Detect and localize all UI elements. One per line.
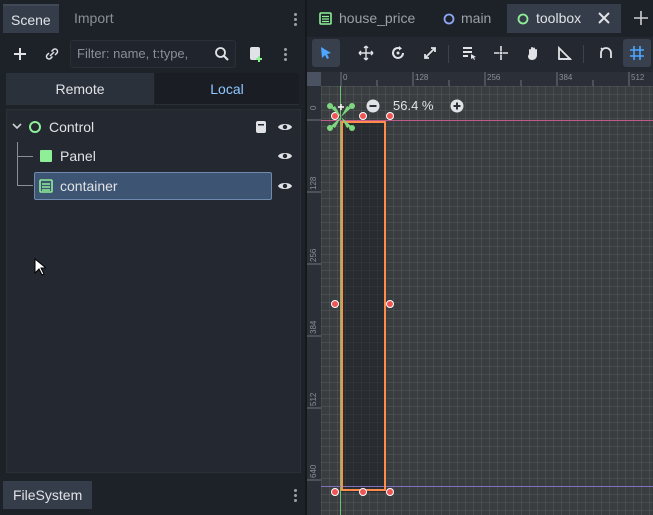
resize-handles[interactable] xyxy=(321,86,653,515)
canvas-toolbar xyxy=(307,37,653,69)
tab-import[interactable]: Import xyxy=(66,4,122,33)
scene-dock: Scene Import Filter: name, t:type, Remot… xyxy=(0,0,305,515)
ruler-label: 384 xyxy=(559,73,573,82)
ruler-mode-icon[interactable] xyxy=(551,39,579,67)
dock-menu-icon[interactable] xyxy=(294,11,298,28)
add-scene-icon[interactable] xyxy=(634,11,648,25)
scene-dock-tabbar: Scene Import xyxy=(0,0,305,37)
node-name: container xyxy=(60,178,118,194)
ruler-label: 128 xyxy=(415,73,429,82)
ruler-label: 512 xyxy=(309,392,318,406)
canvas-viewport[interactable]: 56.4 % xyxy=(321,86,653,515)
move-mode-icon[interactable] xyxy=(352,39,380,67)
node-scene-icon xyxy=(443,13,455,25)
chevron-down-icon[interactable] xyxy=(12,123,22,131)
tab-scene[interactable]: Scene xyxy=(3,4,59,33)
visibility-eye-icon[interactable] xyxy=(277,121,293,133)
filesystem-menu-icon[interactable] xyxy=(294,487,298,504)
select-mode-icon[interactable] xyxy=(312,39,340,67)
grid-snap-icon[interactable] xyxy=(623,39,651,67)
vbox-container-icon xyxy=(39,179,53,193)
node-name: Panel xyxy=(60,148,96,164)
remote-button[interactable]: Remote xyxy=(6,73,154,105)
anchor-gizmo-icon[interactable] xyxy=(325,100,357,136)
ruler-label: 256 xyxy=(309,248,318,262)
node-name: Control xyxy=(49,119,95,135)
scene-menu-icon[interactable] xyxy=(284,46,288,63)
ruler-label: 256 xyxy=(487,73,501,82)
ruler-label: 0 xyxy=(343,73,348,82)
vertical-ruler[interactable]: 0 128 256 384 512 640 xyxy=(307,86,321,515)
pivot-mode-icon[interactable] xyxy=(487,39,515,67)
script-icon[interactable] xyxy=(254,119,268,135)
list-select-icon[interactable] xyxy=(455,39,483,67)
control-node-icon xyxy=(29,121,41,133)
close-icon[interactable] xyxy=(598,12,610,24)
control-scene-icon xyxy=(517,13,529,25)
ruler-corner[interactable] xyxy=(307,72,321,86)
tab-filesystem[interactable]: FileSystem xyxy=(3,481,93,509)
ruler-label: 512 xyxy=(631,73,645,82)
tree-row-control[interactable]: Control xyxy=(7,113,300,141)
visibility-eye-icon[interactable] xyxy=(277,180,293,192)
tree-row-container[interactable]: container xyxy=(7,172,300,200)
ruler-label: 640 xyxy=(309,464,318,478)
tab-house-price[interactable]: house_price xyxy=(313,4,433,33)
filesystem-dock: FileSystem xyxy=(0,476,305,515)
zoom-level[interactable]: 56.4 % xyxy=(393,99,433,113)
ruler-label: 128 xyxy=(309,176,318,190)
rotate-mode-icon[interactable] xyxy=(384,39,412,67)
tree-row-panel[interactable]: Panel xyxy=(7,142,300,170)
instance-link-icon[interactable] xyxy=(38,40,66,68)
visibility-eye-icon[interactable] xyxy=(277,150,293,162)
ruler-label: 0 xyxy=(309,105,318,110)
local-button[interactable]: Local xyxy=(155,73,299,105)
ruler-label: 384 xyxy=(309,320,318,334)
attach-script-icon[interactable] xyxy=(242,40,270,68)
smart-snap-icon[interactable] xyxy=(592,39,620,67)
scene-tree: Control Panel container xyxy=(6,109,301,473)
scale-mode-icon[interactable] xyxy=(416,39,444,67)
zoom-in-icon[interactable] xyxy=(450,99,464,113)
zoom-out-icon[interactable] xyxy=(366,99,380,113)
editor-area: house_price main toolbox 0 128 256 384 5… xyxy=(307,0,653,515)
mouse-cursor-icon xyxy=(34,258,46,276)
pan-mode-icon[interactable] xyxy=(519,39,547,67)
container-scene-icon xyxy=(319,12,332,25)
panel-node-icon xyxy=(40,150,52,162)
scene-tabs: house_price main toolbox xyxy=(307,0,653,37)
add-node-icon[interactable] xyxy=(6,40,34,68)
tab-toolbox[interactable]: toolbox xyxy=(507,4,621,33)
horizontal-ruler[interactable]: 0 128 256 384 512 xyxy=(321,72,653,86)
search-icon xyxy=(208,40,236,68)
tab-main[interactable]: main xyxy=(435,4,501,33)
